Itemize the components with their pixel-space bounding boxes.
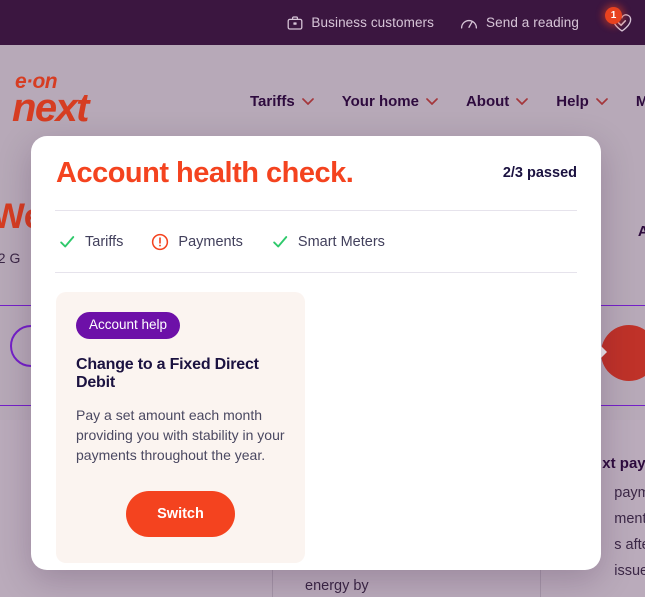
status-item-payments: Payments [151, 233, 243, 251]
modal-header: Account health check. 2/3 passed [31, 136, 601, 210]
status-label: Tariffs [85, 233, 124, 250]
status-item-smart-meters: Smart Meters [271, 233, 385, 251]
check-icon [273, 235, 288, 247]
promo-action-area: Switch [76, 490, 285, 537]
account-health-check-modal: Account health check. 2/3 passed Tariffs… [31, 136, 601, 570]
promo-category-pill: Account help [76, 312, 181, 339]
modal-body: Account help Change to a Fixed Direct De… [31, 273, 601, 563]
status-label: Payments [178, 233, 243, 250]
promo-card: Account help Change to a Fixed Direct De… [56, 292, 305, 563]
status-label: Smart Meters [297, 233, 385, 250]
check-icon [60, 235, 75, 247]
promo-title: Change to a Fixed Direct Debit [76, 355, 259, 391]
modal-title: Account health check. [56, 156, 354, 189]
screen-root: We 92 G Ac xt paym payme ment is s after… [0, 0, 645, 597]
health-check-status-row: Tariffs Payments Smart Meters [31, 211, 601, 272]
promo-description: Pay a set amount each month providing yo… [76, 406, 285, 463]
alert-circle-icon [152, 233, 169, 250]
switch-button[interactable]: Switch [126, 490, 235, 537]
favourites-badge: 1 [605, 6, 622, 24]
status-item-tariffs: Tariffs [58, 233, 123, 251]
health-score-badge: 2/3 passed [502, 165, 577, 181]
